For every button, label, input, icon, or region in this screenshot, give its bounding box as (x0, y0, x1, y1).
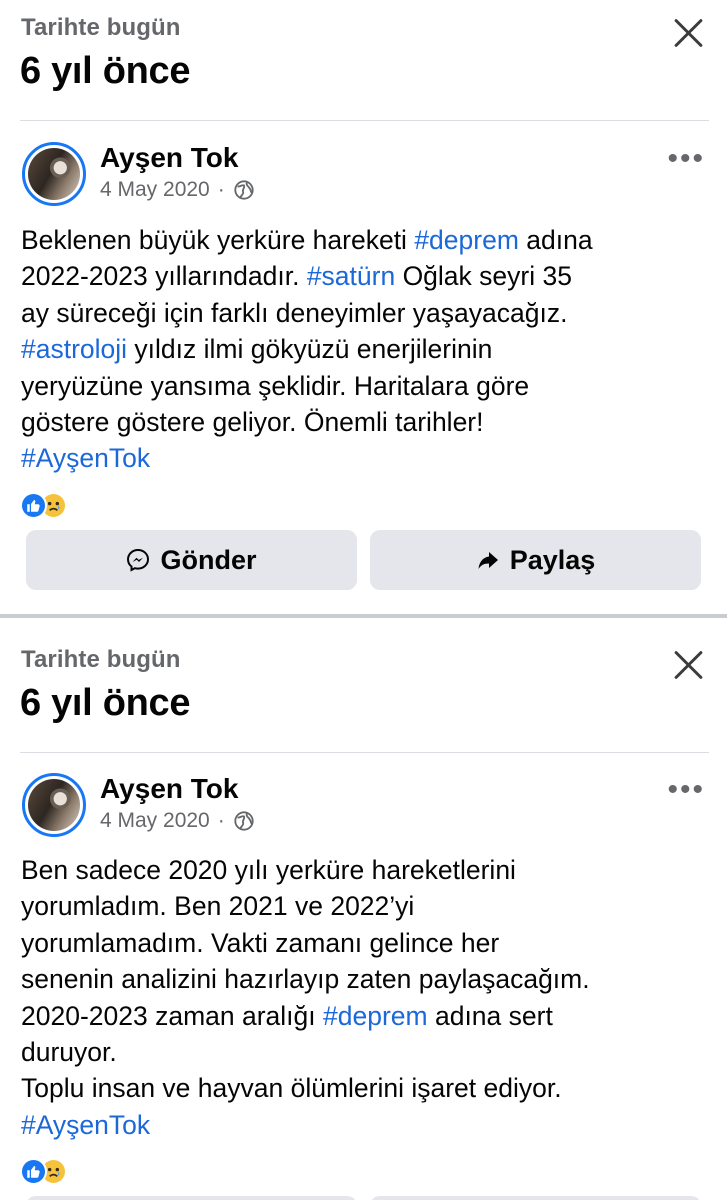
post-text-segment: Ben sadece 2020 yılı yerküre hareketleri… (21, 855, 516, 885)
post-text-segment: duruyor. (21, 1037, 117, 1068)
share-button[interactable] (370, 1196, 701, 1200)
hashtag-link[interactable]: #AyşenTok (21, 1110, 150, 1140)
globe-icon (234, 180, 254, 200)
post-text-line: Ben sadece 2020 yılı yerküre hareketleri… (21, 852, 711, 888)
messenger-icon (127, 548, 150, 572)
meta-separator: · (217, 178, 225, 201)
memory-headline: 6 yıl önce (20, 682, 191, 724)
post-text-line: 2020-2023 zaman aralığı #deprem adına se… (21, 998, 711, 1034)
post-text-segment: ay süreceği için farklı deneyimler yaşay… (21, 297, 568, 328)
globe-icon (234, 811, 254, 831)
close-icon[interactable] (671, 648, 705, 682)
like-icon (20, 492, 47, 519)
post-text-line: 2022-2023 yıllarındadır. #satürn Oğlak s… (21, 258, 711, 294)
post-text-line: Beklenen büyük yerküre hareketi #deprem … (21, 222, 711, 258)
post-text-segment: adına sert (427, 1000, 553, 1031)
hashtag-link[interactable]: #deprem (414, 225, 519, 255)
post-text-segment: Beklenen büyük yerküre hareketi (21, 225, 415, 255)
hashtag-link[interactable]: #deprem (323, 1001, 428, 1031)
send-button[interactable]: Gönder (26, 530, 357, 590)
more-options-icon[interactable]: ••• (667, 775, 705, 805)
post-text-line: #AyşenTok (21, 1107, 711, 1143)
hashtag-link[interactable]: #astroloji (21, 334, 127, 364)
avatar[interactable] (22, 773, 86, 837)
author-name[interactable]: Ayşen Tok (100, 142, 238, 174)
post-text-segment: adına (518, 225, 593, 255)
memory-headline: 6 yıl önce (20, 50, 191, 92)
post-text-segment: 2022-2023 yıllarındadır. (21, 261, 307, 292)
post-text-segment: yıldız ilmi gökyüzü enerjilerinin (127, 334, 493, 365)
divider (20, 752, 709, 753)
post-text-line: #astroloji yıldız ilmi gökyüzü enerjiler… (21, 331, 711, 367)
close-icon[interactable] (671, 16, 705, 50)
share-button[interactable]: Paylaş (370, 530, 701, 590)
hashtag-link[interactable]: #AyşenTok (21, 443, 150, 473)
share-button-label: Paylaş (509, 544, 596, 575)
post-text-segment: yorumlamadım. Vakti zamanı gelince her (21, 927, 500, 958)
send-button[interactable] (26, 1196, 357, 1200)
avatar[interactable] (22, 142, 86, 206)
post-text-line: Toplu insan ve hayvan ölümlerini işaret … (21, 1070, 711, 1106)
post-text-segment: yeryüzüne yansıma şeklidir. Haritalara g… (21, 370, 530, 401)
post-text-segment: Toplu insan ve hayvan ölümlerini işaret … (21, 1073, 562, 1104)
post-text-segment: yorumladım. Ben 2021 ve 2022’yi (21, 891, 415, 922)
post-date[interactable]: 4 May 2020 (100, 178, 210, 202)
post-text-segment: Oğlak seyri 35 (395, 261, 572, 292)
post-date[interactable]: 4 May 2020 (100, 809, 210, 833)
memory-card-1: Tarihte bugün 6 yıl önce Ayşen Tok 4 May… (0, 0, 727, 617)
post-text-segment: göstere göstere geliyor. Önemli tarihler… (21, 407, 484, 438)
reaction-summary[interactable] (20, 1158, 80, 1186)
reaction-summary[interactable] (20, 492, 80, 520)
post-meta: 4 May 2020 · (100, 178, 255, 202)
divider (20, 120, 709, 121)
memory-kicker: Tarihte bugün (21, 646, 181, 673)
post-text-line: yeryüzüne yansıma şeklidir. Haritalara g… (21, 368, 711, 404)
post-text-line: duruyor. (21, 1034, 711, 1070)
send-button-label: Gönder (160, 544, 257, 575)
post-text-line: göstere göstere geliyor. Önemli tarihler… (21, 404, 711, 440)
hashtag-link[interactable]: #satürn (307, 261, 395, 291)
author-name[interactable]: Ayşen Tok (100, 773, 238, 805)
card-separator (0, 614, 727, 618)
meta-separator: · (217, 809, 225, 832)
post-text: Ben sadece 2020 yılı yerküre hareketleri… (21, 852, 711, 1143)
memory-kicker: Tarihte bugün (21, 14, 181, 41)
like-icon (20, 1158, 47, 1185)
post-text-line: senenin analizini hazırlayıp zaten payla… (21, 961, 711, 997)
post-text-segment: senenin analizini hazırlayıp zaten payla… (21, 964, 590, 995)
post-text: Beklenen büyük yerküre hareketi #deprem … (21, 222, 711, 477)
more-options-icon[interactable]: ••• (667, 144, 705, 174)
post-text-line: #AyşenTok (21, 440, 711, 476)
post-text-line: ay süreceği için farklı deneyimler yaşay… (21, 295, 711, 331)
post-text-line: yorumlamadım. Vakti zamanı gelince her (21, 925, 711, 961)
share-arrow-icon (478, 552, 498, 569)
post-text-line: yorumladım. Ben 2021 ve 2022’yi (21, 888, 711, 924)
memory-card-2: Tarihte bugün 6 yıl önce Ayşen Tok 4 May… (0, 632, 727, 1200)
post-text-segment: 2020-2023 zaman aralığı (21, 1000, 324, 1031)
post-meta: 4 May 2020 · (100, 809, 255, 833)
